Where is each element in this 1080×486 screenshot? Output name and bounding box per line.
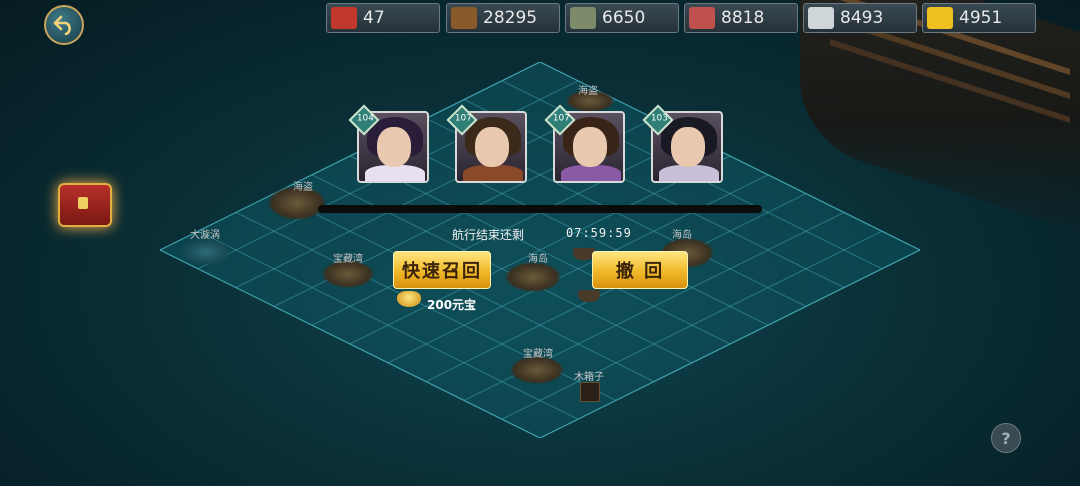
stone-icon — [570, 7, 596, 29]
voyage-progress-bar — [318, 205, 762, 213]
resource-wood[interactable]: 28295 — [446, 3, 560, 33]
hero-outfit — [659, 165, 719, 181]
map-label-left-island: 海盗 — [293, 182, 313, 193]
hero-face — [475, 127, 509, 167]
hero-level-text: 103 — [650, 113, 669, 124]
wood-icon — [451, 7, 477, 29]
hero-outfit — [365, 165, 425, 181]
hero-level-text: 107 — [454, 113, 473, 124]
hero-outfit — [463, 165, 523, 181]
map-label-treasure-left: 宝藏湾 — [333, 254, 363, 265]
gold-ingot-icon — [397, 291, 421, 307]
resource-value: 28295 — [483, 8, 538, 28]
resource-value: 4951 — [959, 8, 1003, 28]
resource-meat[interactable]: 8818 — [684, 3, 798, 33]
resource-value: 8818 — [721, 8, 765, 28]
resource-value: 8493 — [840, 8, 884, 28]
center-island[interactable] — [505, 262, 561, 292]
recall-cost: 200元宝 — [427, 298, 477, 312]
resource-silver[interactable]: 8493 — [803, 3, 917, 33]
meat-icon — [689, 7, 715, 29]
hero-level-text: 104 — [356, 113, 375, 124]
treasure-chest-icon[interactable] — [58, 183, 112, 227]
map-label-whirlpool: 大漩涡 — [190, 230, 220, 241]
resource-value: 6650 — [602, 8, 646, 28]
resource-rank[interactable]: 47 — [326, 3, 440, 33]
whirlpool[interactable] — [180, 238, 232, 266]
hero-face — [573, 127, 607, 167]
back-button[interactable] — [44, 5, 84, 45]
silver-icon — [808, 7, 834, 29]
resource-value: 47 — [363, 8, 385, 28]
ship-marker-icon[interactable] — [578, 290, 600, 302]
map-label-treasure-bottom: 宝藏湾 — [523, 349, 553, 360]
voyage-remaining-label: 航行结束还剩 — [452, 228, 525, 242]
hero-level-text: 107 — [552, 113, 571, 124]
resource-stone[interactable]: 6650 — [565, 3, 679, 33]
help-button[interactable]: ? — [991, 423, 1021, 453]
map-label-right-island: 海岛 — [672, 230, 692, 241]
wood-chest-icon[interactable] — [580, 382, 600, 402]
voyage-timer: 07:59:59 — [566, 226, 632, 240]
withdraw-button[interactable]: 撤 回 — [592, 251, 688, 289]
map-label-chest-bottom: 木箱子 — [574, 372, 604, 383]
gold-ingot-icon — [927, 7, 953, 29]
resource-gold-ingot[interactable]: 4951 — [922, 3, 1036, 33]
back-arrow-icon — [53, 15, 71, 35]
rank-icon — [331, 7, 357, 29]
map-label-center-island: 海岛 — [528, 254, 548, 265]
quick-recall-button[interactable]: 快速召回 — [393, 251, 491, 289]
map-label-top: 海盗 — [578, 86, 598, 97]
hero-face — [377, 127, 411, 167]
hero-face — [671, 127, 705, 167]
hero-outfit — [561, 165, 621, 181]
treasure-bay-bottom[interactable] — [510, 356, 564, 384]
